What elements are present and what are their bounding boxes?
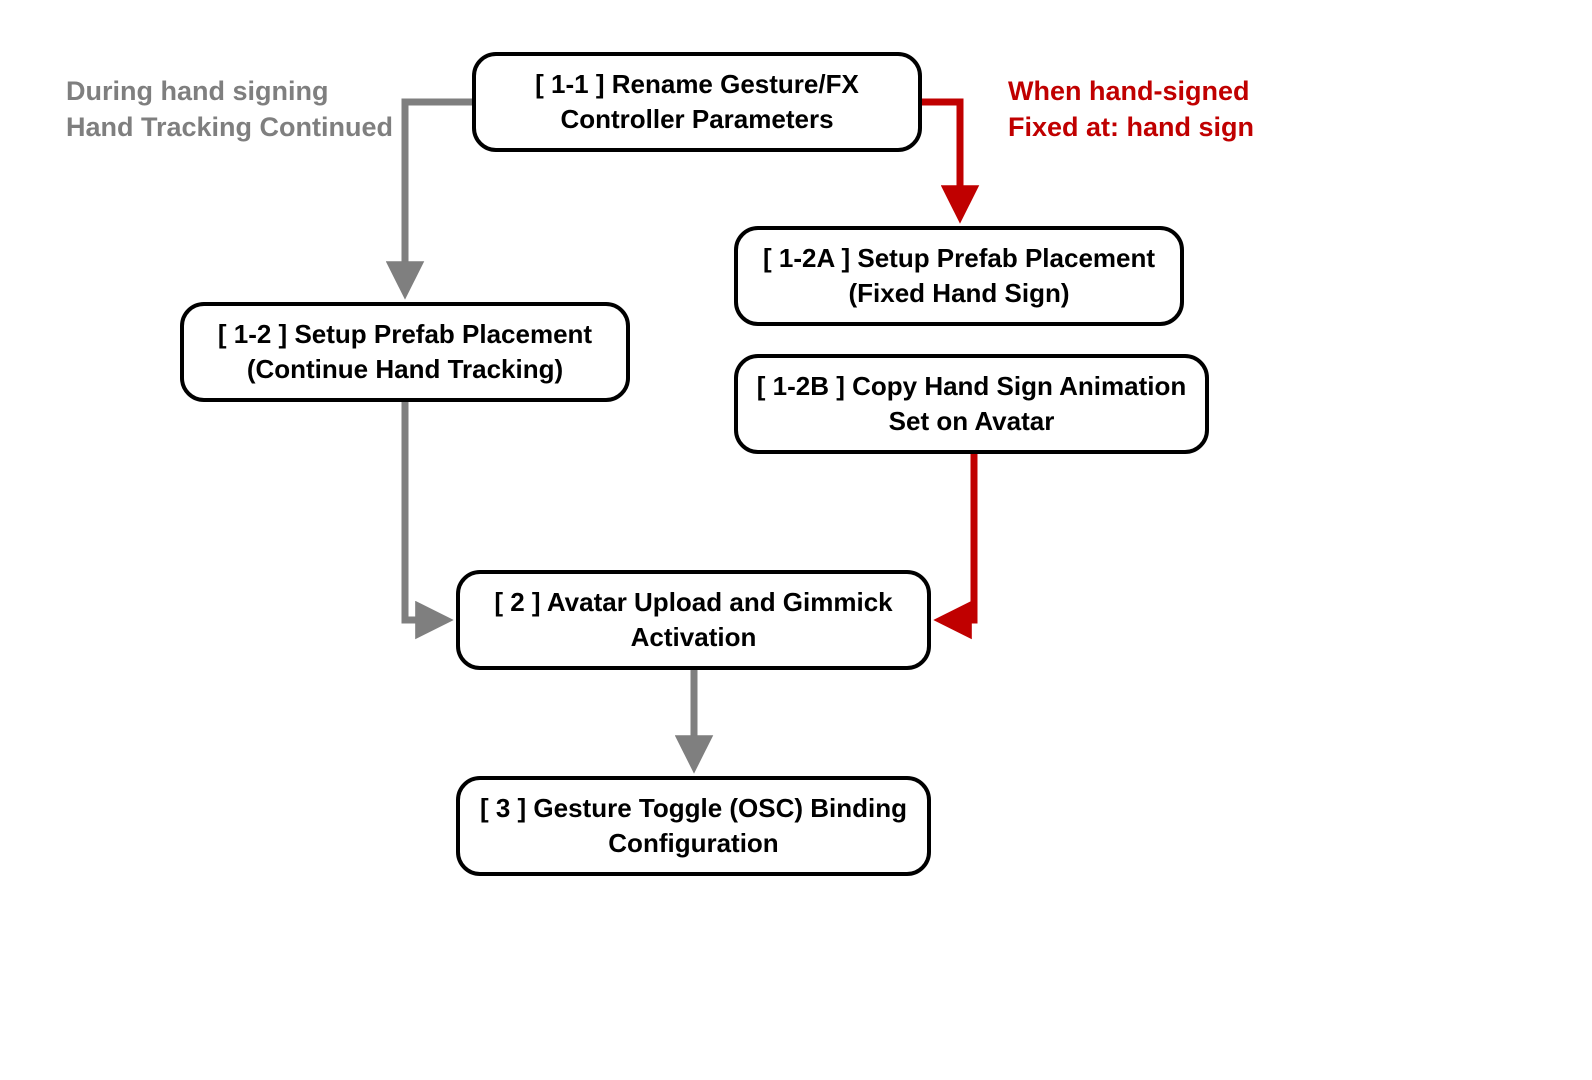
node-1-1-line2: Controller Parameters	[560, 104, 833, 134]
arrow-1-2b-to-2	[941, 454, 974, 620]
label-left-path: During hand signing Hand Tracking Contin…	[66, 73, 393, 146]
node-1-2b-line2: Set on Avatar	[889, 406, 1055, 436]
node-1-2-line2: (Continue Hand Tracking)	[247, 354, 563, 384]
node-1-2b: [ 1-2B ] Copy Hand Sign Animation Set on…	[734, 354, 1209, 454]
node-1-2-line1: [ 1-2 ] Setup Prefab Placement	[218, 319, 592, 349]
node-2: [ 2 ] Avatar Upload and Gimmick Activati…	[456, 570, 931, 670]
label-right-path: When hand-signed Fixed at: hand sign	[1008, 73, 1254, 146]
arrow-1-1-to-1-2a	[922, 102, 960, 216]
node-2-line2: Activation	[631, 622, 757, 652]
arrow-1-2-to-2	[405, 402, 446, 620]
arrows-layer	[0, 0, 1592, 1080]
node-1-2b-line1: [ 1-2B ] Copy Hand Sign Animation	[757, 371, 1186, 401]
node-1-2a-line2: (Fixed Hand Sign)	[849, 278, 1070, 308]
label-right-path-line1: When hand-signed	[1008, 76, 1249, 106]
label-left-path-line1: During hand signing	[66, 76, 328, 106]
arrow-1-1-to-1-2	[405, 102, 472, 292]
node-1-2a-line1: [ 1-2A ] Setup Prefab Placement	[763, 243, 1155, 273]
node-1-1: [ 1-1 ] Rename Gesture/FX Controller Par…	[472, 52, 922, 152]
node-1-1-line1: [ 1-1 ] Rename Gesture/FX	[535, 69, 859, 99]
node-2-line1: [ 2 ] Avatar Upload and Gimmick	[494, 587, 892, 617]
node-3-line2: Configuration	[608, 828, 778, 858]
node-1-2: [ 1-2 ] Setup Prefab Placement (Continue…	[180, 302, 630, 402]
label-right-path-line2: Fixed at: hand sign	[1008, 112, 1254, 142]
node-3-line1: [ 3 ] Gesture Toggle (OSC) Binding	[480, 793, 907, 823]
label-left-path-line2: Hand Tracking Continued	[66, 112, 393, 142]
node-3: [ 3 ] Gesture Toggle (OSC) Binding Confi…	[456, 776, 931, 876]
node-1-2a: [ 1-2A ] Setup Prefab Placement (Fixed H…	[734, 226, 1184, 326]
